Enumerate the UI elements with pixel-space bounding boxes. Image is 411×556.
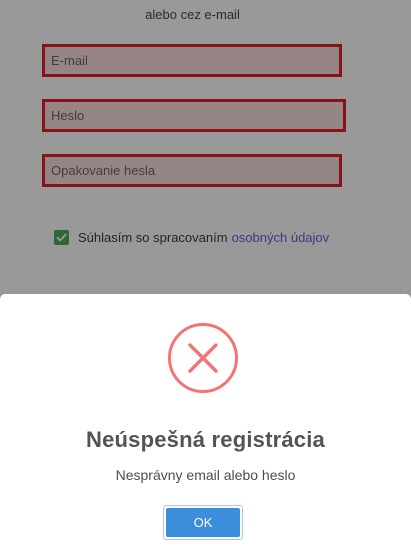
dialog-message: Nesprávny email alebo heslo (115, 467, 296, 483)
ok-button[interactable]: OK (166, 508, 240, 537)
error-x-icon (168, 323, 238, 393)
dialog-title: Neúspešná registrácia (86, 427, 325, 452)
error-dialog: Neúspešná registrácia Nesprávny email al… (0, 294, 411, 556)
ok-button-focus-ring: OK (163, 505, 243, 540)
